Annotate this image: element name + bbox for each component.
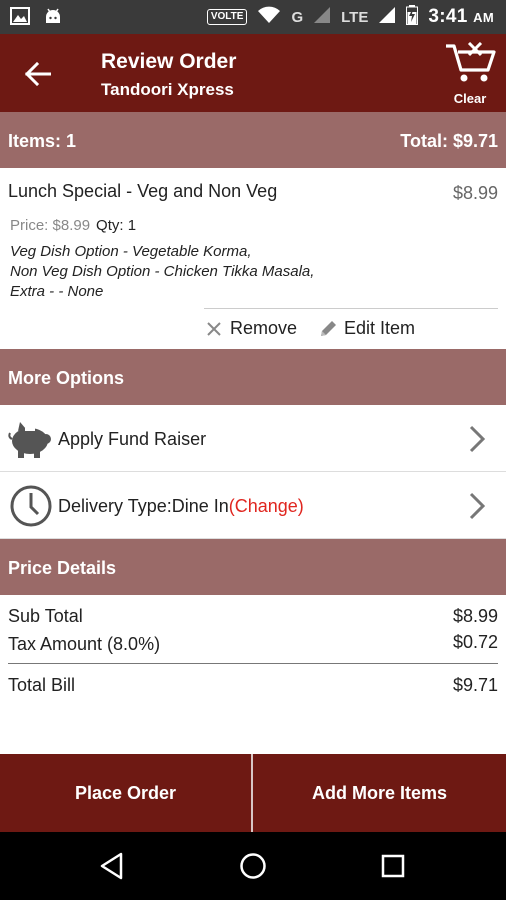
item-option-line: Extra - - None [10, 283, 104, 300]
total-bill-label: Total Bill [8, 675, 76, 695]
status-bar: VOLTE G LTE 3:41 AM [0, 0, 506, 34]
clock-ampm: AM [473, 10, 494, 25]
delivery-type-label: Delivery Type:Dine In(Change) [58, 496, 304, 517]
gallery-icon [10, 7, 30, 30]
tax-value: $0.72 [452, 632, 498, 652]
order-summary-bar: Items: 1 Total: $9.71 [0, 112, 506, 168]
clear-label: Clear [453, 91, 487, 106]
edit-item-button[interactable]: Edit Item [318, 318, 415, 339]
place-order-button[interactable]: Place Order [0, 754, 251, 832]
navigation-bar [0, 832, 506, 900]
signal-icon-2 [378, 6, 396, 29]
nav-back-button[interactable] [96, 850, 128, 882]
item-price-qty: Price: $8.99 Qty: 1 [10, 217, 136, 234]
total-bill-row: Total Bill $9.71 [8, 675, 498, 696]
delivery-type-text: Delivery Type:Dine In [58, 496, 229, 516]
volte-badge: VOLTE [206, 9, 248, 25]
add-more-items-button[interactable]: Add More Items [253, 754, 506, 832]
network-lte-label: LTE [341, 8, 369, 26]
page-title: Review Order [101, 50, 237, 73]
sub-total-value: $8.99 [452, 606, 498, 626]
nav-home-button[interactable] [237, 850, 269, 882]
clear-cart-button[interactable]: Clear [442, 41, 498, 108]
clock-time: 3:41 [428, 6, 468, 27]
wifi-icon [257, 6, 281, 29]
restaurant-name: Tandoori Xpress [101, 80, 234, 99]
remove-item-button[interactable]: Remove [206, 318, 297, 339]
signal-icon-1 [313, 6, 331, 29]
back-button[interactable] [20, 56, 56, 92]
edit-label: Edit Item [344, 318, 416, 338]
network-g-label: G [291, 8, 304, 26]
bottom-action-bar: Place Order Add More Items [0, 754, 506, 832]
order-total: Total: $9.71 [400, 131, 498, 151]
apply-fund-raiser-row[interactable]: Apply Fund Raiser [0, 405, 506, 472]
item-qty: Qty: 1 [96, 217, 137, 234]
item-name: Lunch Special - Veg and Non Veg [8, 181, 278, 201]
app-bar: Review Order Tandoori Xpress Clear [0, 34, 506, 112]
chevron-right-icon [469, 425, 486, 453]
item-unit-price: Price: $8.99 [10, 217, 91, 234]
delivery-type-row[interactable]: Delivery Type:Dine In(Change) [0, 472, 506, 539]
cart-clear-icon [446, 41, 496, 82]
change-delivery-link[interactable]: (Change) [229, 496, 304, 516]
triangle-back-icon [100, 852, 123, 880]
item-divider [204, 308, 498, 309]
pencil-icon [321, 320, 336, 336]
tax-row: Tax Amount (8.0%) $0.72 [8, 632, 498, 655]
close-icon [207, 321, 221, 336]
nav-recents-button[interactable] [377, 850, 409, 882]
items-count: Items: 1 [8, 131, 77, 151]
item-options: Veg Dish Option - Vegetable Korma, Non V… [10, 242, 314, 302]
chevron-right-icon [469, 492, 486, 520]
tax-label: Tax Amount (8.0%) [8, 634, 161, 654]
remove-label: Remove [230, 318, 298, 338]
order-item: Lunch Special - Veg and Non Veg $8.99 Pr… [0, 168, 506, 349]
sub-total-row: Sub Total $8.99 [8, 606, 498, 627]
clock: 3:41 AM [428, 6, 494, 28]
total-bill-value: $9.71 [452, 675, 498, 695]
price-divider [8, 663, 498, 664]
battery-icon [406, 4, 419, 30]
item-option-line: Non Veg Dish Option - Chicken Tikka Masa… [10, 263, 315, 280]
clock-icon [10, 485, 52, 527]
item-price: $8.99 [452, 183, 498, 203]
more-options-header: More Options [0, 349, 506, 405]
item-option-line: Veg Dish Option - Vegetable Korma, [10, 243, 252, 260]
sub-total-label: Sub Total [8, 606, 83, 626]
android-icon [44, 7, 62, 30]
circle-home-icon [240, 853, 266, 879]
price-details-header: Price Details [0, 539, 506, 595]
square-recents-icon [381, 854, 405, 878]
fund-raiser-label: Apply Fund Raiser [58, 429, 207, 449]
arrow-left-icon [25, 62, 51, 86]
piggy-bank-icon [8, 422, 51, 458]
